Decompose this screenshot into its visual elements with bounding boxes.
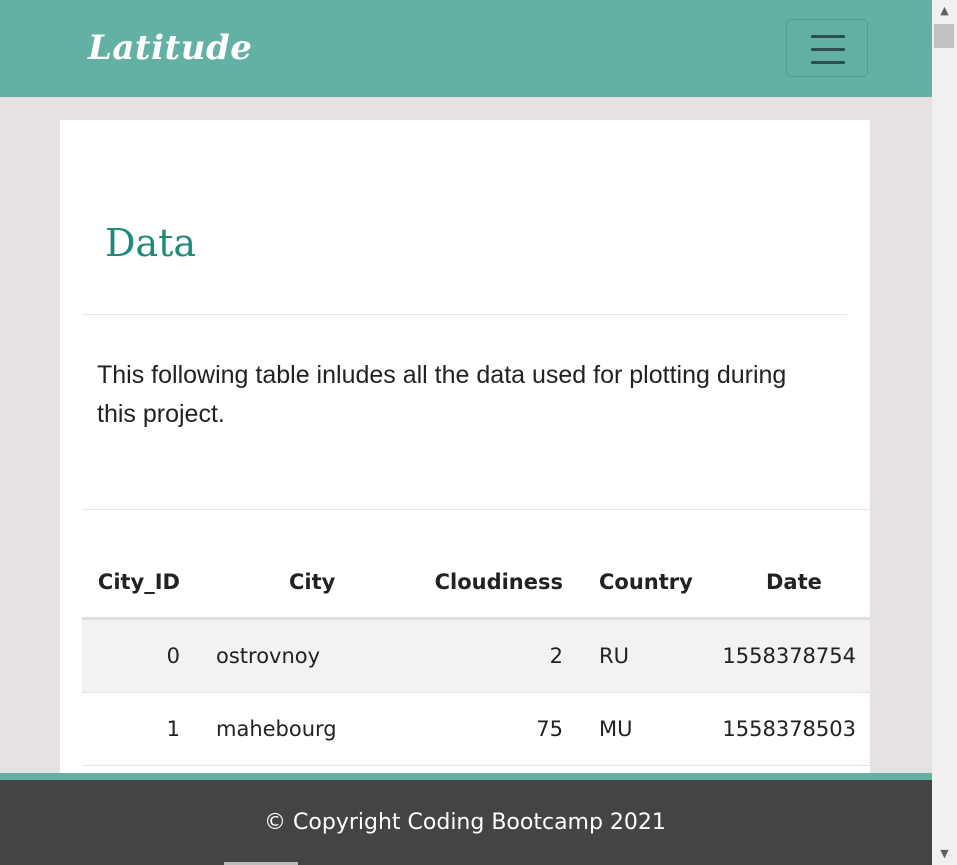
table-row: 1 mahebourg 75 MU 1558378503: [82, 693, 870, 766]
column-header-country[interactable]: Country: [599, 570, 693, 594]
hamburger-menu-icon-bar: [811, 61, 845, 64]
scrollbar-thumb[interactable]: [934, 24, 954, 48]
cell-city: ostrovnoy: [216, 644, 321, 668]
cell-cloudiness: 75: [536, 717, 563, 741]
data-table: City_ID City Cloudiness Country Date 0 o…: [82, 560, 870, 766]
cell-country: MU: [599, 717, 633, 741]
cell-date: 1558378754: [722, 644, 856, 668]
page-title: Data: [105, 221, 197, 265]
vertical-scrollbar[interactable]: ▲ ▼: [932, 0, 957, 865]
brand-logo[interactable]: Latitude: [88, 26, 252, 70]
content-card: Data This following table inludes all th…: [60, 120, 870, 780]
table-row: 0 ostrovnoy 2 RU 1558378754: [82, 620, 870, 693]
copyright-text: © Copyright Coding Bootcamp 2021: [264, 810, 666, 835]
footer: © Copyright Coding Bootcamp 2021: [0, 773, 932, 865]
cell-city-id: 1: [166, 717, 180, 741]
divider: [82, 314, 847, 315]
column-header-city-id[interactable]: City_ID: [98, 570, 180, 594]
hamburger-menu-icon-bar: [811, 48, 845, 51]
column-header-cloudiness[interactable]: Cloudiness: [435, 570, 563, 594]
cell-city: mahebourg: [216, 717, 337, 741]
scroll-down-arrow-icon[interactable]: ▼: [932, 843, 957, 865]
hamburger-menu-icon: [811, 35, 845, 38]
page-description: This following table inludes all the dat…: [97, 361, 787, 428]
menu-toggle-button[interactable]: [786, 19, 868, 77]
scroll-up-arrow-icon[interactable]: ▲: [932, 0, 957, 22]
divider: [82, 509, 870, 510]
cell-cloudiness: 2: [549, 644, 563, 668]
cell-country: RU: [599, 644, 629, 668]
cell-date: 1558378503: [722, 717, 856, 741]
table-header-row: City_ID City Cloudiness Country Date: [82, 560, 870, 620]
navbar: Latitude: [0, 0, 932, 97]
column-header-date[interactable]: Date: [766, 570, 822, 594]
column-header-city[interactable]: City: [289, 570, 335, 594]
cell-city-id: 0: [166, 644, 180, 668]
